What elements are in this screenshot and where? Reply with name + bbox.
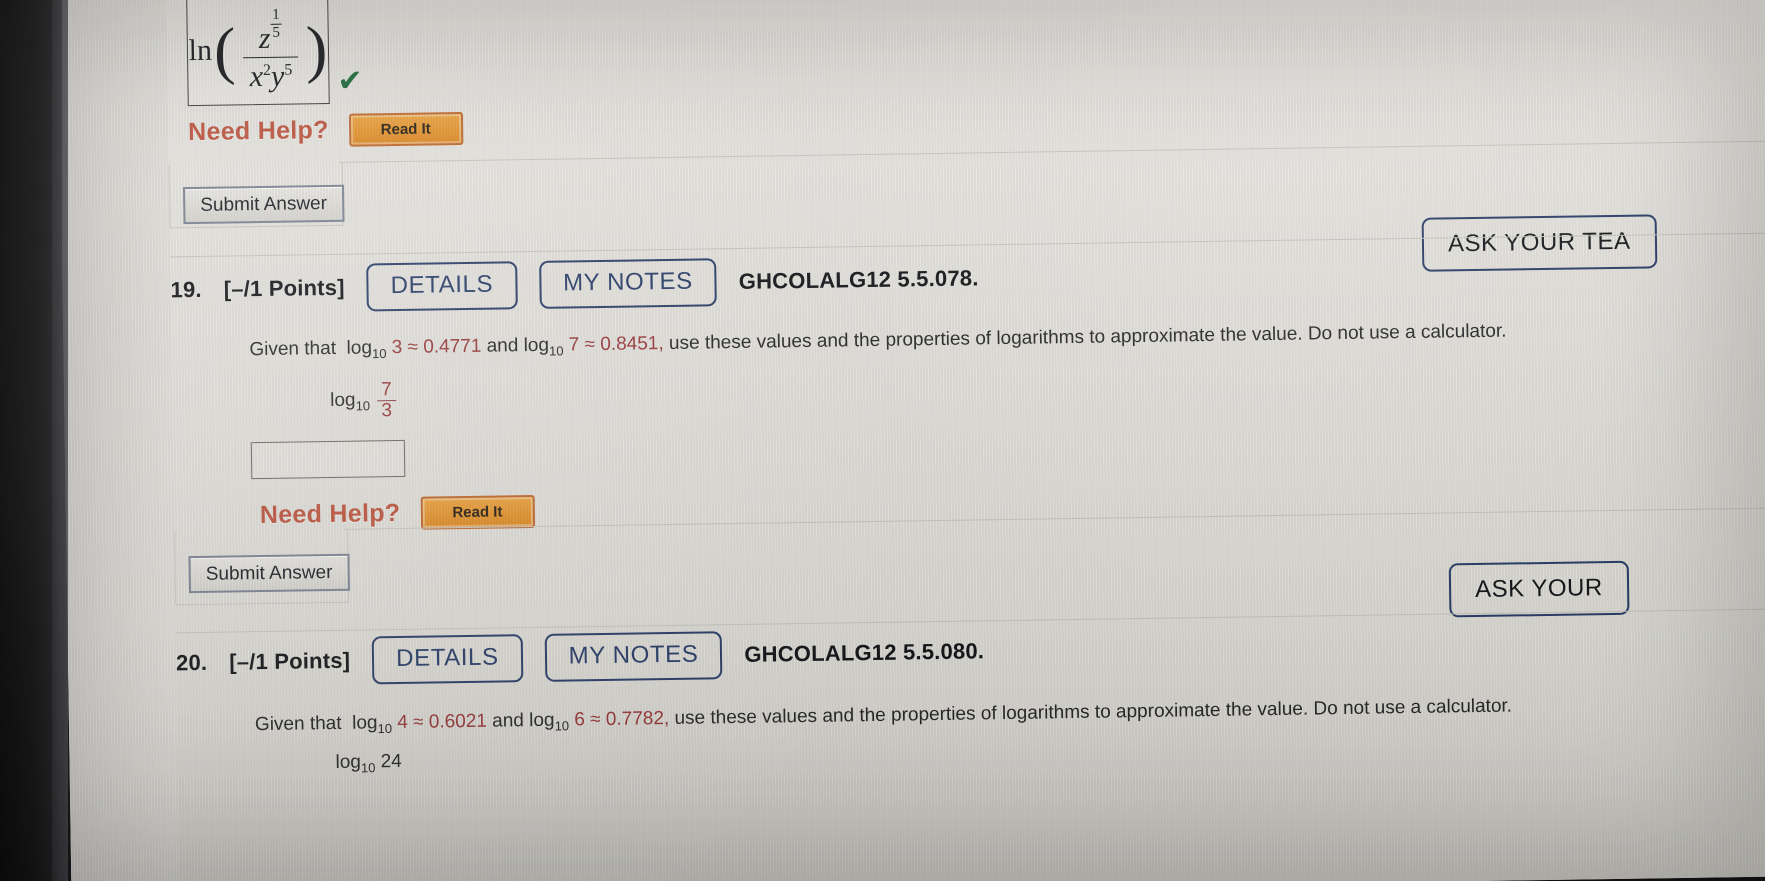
q18-read-it-button[interactable]: Read It	[348, 112, 463, 147]
q20-log-2-base: 10	[554, 718, 570, 734]
q20-expr-numerator: 24	[380, 751, 402, 773]
q19-answer-input[interactable]	[250, 439, 406, 480]
q19-log-1: log10	[346, 337, 387, 362]
q18-answer-expression: ln ( z15 x2y5 )	[188, 5, 328, 95]
q20-given-1-approx: ≈ 0.6021	[412, 710, 488, 733]
q19-log-1-base: 10	[371, 345, 387, 362]
monitor-bezel-highlight	[52, 0, 68, 881]
q19-expr-numerator: 7	[376, 379, 396, 402]
q18-submit-answer-button[interactable]: Submit Answer	[182, 184, 345, 225]
q20-expr-log-label: log	[335, 751, 362, 774]
question-19-block: 19. [–/1 Points] DETAILS MY NOTES GHCOLA…	[170, 242, 1765, 533]
browser-screen: ln ( z15 x2y5 ) ✔ Need Help? Read It Sub…	[58, 0, 1765, 881]
q19-problem-id: GHCOLALG12 5.5.078.	[738, 265, 979, 294]
q18-need-help-label: Need Help?	[187, 116, 329, 147]
q19-ask-your-teacher-button[interactable]: ASK YOUR	[1448, 560, 1630, 618]
photo-of-screen: ln ( z15 x2y5 ) ✔ Need Help? Read It Sub…	[0, 0, 1765, 881]
q19-given-1-approx: ≈ 0.4771	[407, 335, 482, 358]
exponent-one-fifth: 15	[270, 6, 282, 41]
fraction-numerator: z15	[242, 5, 299, 59]
left-paren: (	[213, 14, 236, 86]
y-exponent: 5	[284, 61, 293, 79]
q20-points: [–/1 Points]	[229, 647, 351, 675]
q19-read-it-button[interactable]: Read It	[420, 495, 535, 530]
right-paren: )	[305, 12, 328, 85]
exponent-numerator: 1	[270, 6, 282, 25]
x-variable: x	[249, 59, 264, 94]
q20-expr-base: 10	[360, 760, 376, 776]
q19-expr-log-label: log	[330, 389, 356, 412]
q19-conjunction: and	[486, 335, 519, 357]
q19-details-button[interactable]: DETAILS	[366, 261, 518, 312]
q18-need-help-row: Need Help? Read It	[188, 112, 463, 149]
page-left-gutter	[58, 0, 180, 881]
q20-details-button[interactable]: DETAILS	[371, 634, 524, 685]
q19-points: [–/1 Points]	[223, 274, 345, 302]
q19-submit-answer-button[interactable]: Submit Answer	[188, 553, 350, 594]
exponent-denominator: 5	[272, 24, 281, 41]
q19-prompt: Given that log10 3 ≈ 0.4771 and log10 7 …	[249, 314, 1765, 365]
z-variable: z	[258, 21, 271, 55]
q20-expression-log: log10	[335, 751, 376, 776]
correct-check-icon: ✔	[337, 64, 363, 98]
q20-prompt-tail: use these values and the properties of l…	[674, 695, 1513, 729]
q18-answer-expression-box: ln ( z15 x2y5 )	[186, 0, 330, 107]
q19-number: 19.	[170, 276, 202, 303]
q20-problem-id: GHCOLALG12 5.5.080.	[744, 638, 985, 667]
q20-given-1-arg: 4	[397, 711, 408, 734]
q20-my-notes-button[interactable]: MY NOTES	[544, 631, 723, 682]
q20-given-2-approx: ≈ 0.7782,	[589, 708, 670, 731]
q19-need-help-label: Need Help?	[259, 499, 401, 530]
q19-expr-base: 10	[355, 398, 371, 414]
q20-log-1: log10	[351, 712, 393, 737]
q19-expression-log: log10	[330, 389, 371, 414]
q19-expression-fraction: 7 3	[376, 379, 396, 421]
q19-log-2-base: 10	[548, 343, 564, 359]
fraction: z15 x2y5	[237, 5, 305, 94]
q19-expression: log10 7 3	[330, 359, 1765, 421]
q20-given-2-arg: 6	[574, 709, 586, 731]
q19-log-2: log10	[523, 334, 564, 359]
q20-number: 20.	[175, 649, 208, 676]
q19-prompt-tail: use these values and the properties of l…	[668, 320, 1507, 354]
question-20-block: 20. [–/1 Points] DETAILS MY NOTES GHCOLA…	[176, 615, 1765, 778]
fraction-denominator: x2y5	[243, 57, 298, 94]
y-variable: y	[270, 59, 285, 93]
q19-given-2-approx: ≈ 0.8451,	[584, 333, 664, 356]
q19-given-1-arg: 3	[391, 336, 403, 359]
q19-my-notes-button[interactable]: MY NOTES	[538, 258, 718, 309]
q19-prompt-lead: Given that	[249, 337, 337, 361]
q20-prompt-lead: Given that	[254, 712, 342, 736]
q19-expr-denominator: 3	[381, 399, 393, 421]
q20-conjunction: and	[492, 710, 525, 732]
q19-given-2-arg: 7	[568, 334, 580, 356]
q20-log-2: log10	[529, 709, 570, 734]
q20-prompt: Given that log10 4 ≈ 0.6021 and log10 6 …	[255, 689, 1765, 740]
x-exponent: 2	[262, 61, 272, 79]
q20-log-1-base: 10	[377, 720, 393, 737]
ln-label: ln	[188, 33, 213, 68]
